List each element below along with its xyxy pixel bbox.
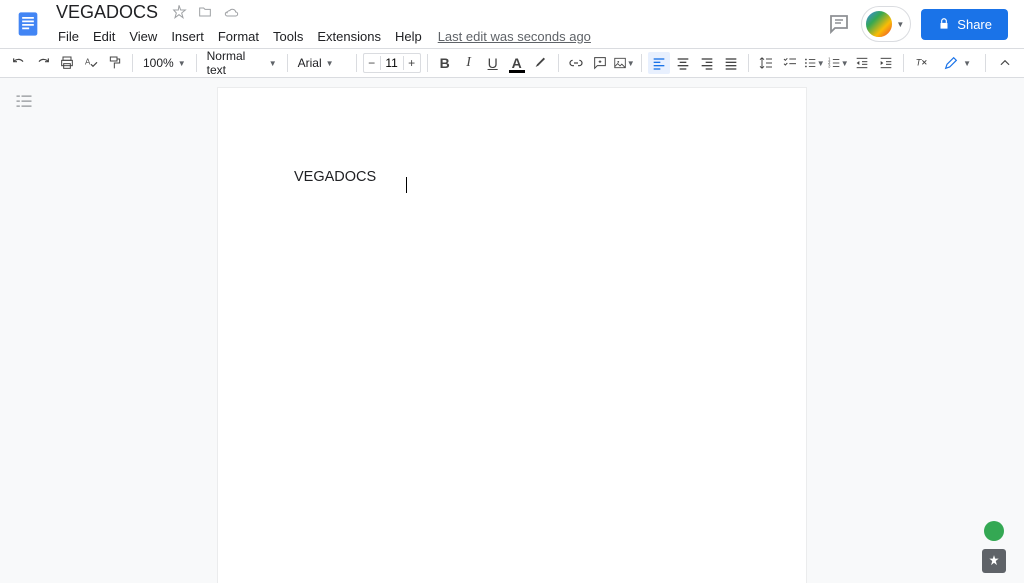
- title-area: VEGADOCS File Edit View Insert Format To…: [52, 1, 827, 47]
- chevron-down-icon: ▼: [178, 59, 186, 68]
- svg-text:T: T: [915, 58, 922, 68]
- collapse-toolbar-button[interactable]: [994, 52, 1016, 74]
- chevron-down-icon: ▼: [627, 59, 635, 68]
- account-switcher[interactable]: ▼: [861, 6, 911, 42]
- separator: [196, 54, 197, 72]
- numbered-list-button[interactable]: 123▼: [827, 52, 849, 74]
- header-bar: VEGADOCS File Edit View Insert Format To…: [0, 0, 1024, 48]
- zoom-select[interactable]: 100%▼: [139, 54, 190, 72]
- align-right-button[interactable]: [696, 52, 718, 74]
- menu-file[interactable]: File: [52, 27, 85, 46]
- separator: [641, 54, 642, 72]
- explore-button[interactable]: [982, 549, 1006, 573]
- text-cursor: [406, 177, 407, 193]
- menu-view[interactable]: View: [123, 27, 163, 46]
- separator: [356, 54, 357, 72]
- italic-button[interactable]: I: [458, 52, 480, 74]
- user-avatar: [864, 9, 894, 39]
- separator: [427, 54, 428, 72]
- separator: [287, 54, 288, 72]
- spellcheck-button[interactable]: A: [80, 52, 102, 74]
- menu-tools[interactable]: Tools: [267, 27, 309, 46]
- separator: [558, 54, 559, 72]
- svg-text:A: A: [85, 57, 91, 66]
- chevron-down-icon: ▼: [817, 59, 825, 68]
- clear-formatting-button[interactable]: T: [910, 52, 932, 74]
- docs-icon: [14, 10, 42, 38]
- star-icon[interactable]: [170, 3, 188, 21]
- font-size-input[interactable]: [380, 56, 404, 70]
- document-text[interactable]: VEGADOCS: [294, 169, 376, 185]
- redo-button[interactable]: [32, 52, 54, 74]
- underline-button[interactable]: U: [482, 52, 504, 74]
- presence-badge[interactable]: [984, 521, 1004, 541]
- editing-mode-button[interactable]: ▼: [937, 53, 977, 73]
- document-title[interactable]: VEGADOCS: [52, 2, 162, 23]
- menu-format[interactable]: Format: [212, 27, 265, 46]
- paint-format-button[interactable]: [104, 52, 126, 74]
- pencil-icon: [943, 55, 959, 71]
- insert-link-button[interactable]: [565, 52, 587, 74]
- docs-logo[interactable]: [8, 4, 48, 44]
- comment-history-icon[interactable]: [827, 12, 851, 36]
- chevron-down-icon: ▼: [269, 59, 277, 68]
- undo-button[interactable]: [8, 52, 30, 74]
- font-size-increase[interactable]: +: [404, 56, 420, 70]
- increase-indent-button[interactable]: [875, 52, 897, 74]
- align-center-button[interactable]: [672, 52, 694, 74]
- document-page[interactable]: VEGADOCS: [218, 88, 806, 583]
- explore-icon: [987, 554, 1001, 568]
- line-spacing-button[interactable]: [755, 52, 777, 74]
- bulleted-list-button[interactable]: ▼: [803, 52, 825, 74]
- menu-extensions[interactable]: Extensions: [311, 27, 387, 46]
- move-icon[interactable]: [196, 3, 214, 21]
- chevron-down-icon: ▼: [841, 59, 849, 68]
- bold-button[interactable]: B: [434, 52, 456, 74]
- align-left-button[interactable]: [648, 52, 670, 74]
- menu-help[interactable]: Help: [389, 27, 428, 46]
- align-justify-button[interactable]: [720, 52, 742, 74]
- font-select[interactable]: Arial▼: [294, 54, 350, 72]
- print-button[interactable]: [56, 52, 78, 74]
- menu-edit[interactable]: Edit: [87, 27, 121, 46]
- highlight-button[interactable]: [530, 52, 552, 74]
- insert-comment-button[interactable]: [589, 52, 611, 74]
- font-size-group: − +: [363, 53, 421, 73]
- share-label: Share: [957, 17, 992, 32]
- cloud-status-icon[interactable]: [222, 3, 240, 21]
- toolbar: A 100%▼ Normal text▼ Arial▼ − + B I U A …: [0, 48, 1024, 78]
- svg-text:3: 3: [828, 64, 831, 69]
- last-edit-link[interactable]: Last edit was seconds ago: [438, 29, 591, 44]
- paragraph-style-select[interactable]: Normal text▼: [203, 47, 281, 79]
- chevron-down-icon: ▼: [326, 59, 334, 68]
- menu-insert[interactable]: Insert: [165, 27, 210, 46]
- share-button[interactable]: Share: [921, 9, 1008, 40]
- menu-bar: File Edit View Insert Format Tools Exten…: [52, 25, 827, 47]
- chevron-down-icon: ▼: [896, 20, 904, 29]
- separator: [132, 54, 133, 72]
- checklist-button[interactable]: [779, 52, 801, 74]
- separator: [985, 54, 986, 72]
- lock-icon: [937, 17, 951, 31]
- insert-image-button[interactable]: ▼: [613, 52, 635, 74]
- separator: [903, 54, 904, 72]
- font-size-decrease[interactable]: −: [364, 56, 380, 70]
- decrease-indent-button[interactable]: [851, 52, 873, 74]
- document-canvas[interactable]: VEGADOCS: [0, 78, 1024, 583]
- text-color-button[interactable]: A: [506, 52, 528, 74]
- outline-toggle-button[interactable]: [14, 92, 34, 112]
- chevron-down-icon: ▼: [963, 59, 971, 68]
- separator: [748, 54, 749, 72]
